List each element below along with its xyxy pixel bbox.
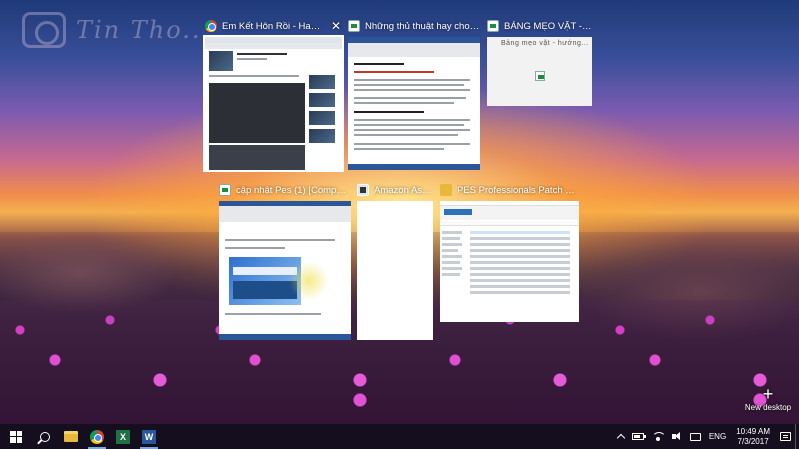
document-icon — [487, 20, 499, 32]
clock-date: 7/3/2017 — [737, 436, 769, 446]
clock-time: 10:49 AM — [736, 426, 770, 436]
small-document-icon — [535, 71, 545, 81]
search-button[interactable] — [32, 424, 58, 449]
network-button[interactable] — [648, 424, 668, 449]
keyboard-icon — [689, 432, 701, 441]
chrome-icon — [205, 20, 217, 32]
window-title: Những thủ thuật hay cho người dù... — [365, 20, 480, 32]
notification-icon — [780, 432, 791, 441]
search-icon — [40, 431, 50, 442]
volume-icon — [671, 432, 682, 441]
taskbar-chrome[interactable] — [84, 424, 110, 449]
start-button[interactable] — [0, 424, 32, 449]
battery-icon — [631, 433, 646, 440]
plus-icon: + — [762, 384, 774, 404]
close-icon[interactable]: ✕ — [330, 20, 342, 32]
taskbar-excel[interactable]: X — [110, 424, 136, 449]
task-view-window-file-explorer[interactable]: PES Professionals Patch 2017 V3 AIO — [440, 181, 579, 322]
thumbnail-text: Bảng mẹo vặt - hướng... — [501, 40, 589, 47]
window-title: PES Professionals Patch 2017 V3 AIO — [457, 184, 579, 196]
battery-button[interactable] — [628, 424, 648, 449]
window-title: Amazon Assist... — [374, 184, 433, 196]
word-document-icon — [219, 184, 231, 196]
new-desktop-button[interactable]: + New desktop — [742, 385, 794, 415]
task-view-window-chrome[interactable]: Em Kết Hôn Rồi - Hamlet Trương | N... ✕ — [203, 17, 344, 172]
window-title: cập nhật Pes (1) [Compatibility Mod... — [236, 184, 351, 196]
window-thumbnail — [440, 201, 579, 322]
window-thumbnail: Bảng mẹo vặt - hướng... — [487, 37, 592, 106]
window-title: BẢNG MẸO VẶT - HƯỚN... — [504, 20, 592, 32]
show-desktop-button[interactable] — [795, 424, 799, 449]
volume-button[interactable] — [668, 424, 686, 449]
word-icon: W — [142, 429, 156, 444]
window-thumbnail — [203, 35, 344, 172]
task-view-window-amazon-assistant[interactable]: Amazon Assist... — [357, 181, 433, 340]
new-desktop-label: New desktop — [744, 403, 792, 412]
folder-icon — [64, 431, 78, 442]
taskbar: X W ENG 10:49 AM 7/3/2017 — [0, 424, 799, 449]
window-header: Amazon Assist... — [357, 181, 433, 199]
window-header: cập nhật Pes (1) [Compatibility Mod... — [219, 181, 351, 199]
window-header: Những thủ thuật hay cho người dù... — [348, 17, 480, 35]
watermark-text: Tin Tho... — [76, 16, 212, 44]
window-header: Em Kết Hôn Rồi - Hamlet Trương | N... ✕ — [205, 17, 342, 35]
excel-icon: X — [116, 429, 130, 444]
system-tray: ENG 10:49 AM 7/3/2017 — [614, 424, 799, 449]
task-view-window-tips-doc[interactable]: BẢNG MẸO VẶT - HƯỚN... Bảng mẹo vặt - hư… — [487, 17, 592, 106]
task-view-window-word-tips[interactable]: Những thủ thuật hay cho người dù... — [348, 17, 480, 170]
window-thumbnail — [219, 201, 351, 340]
touch-keyboard-button[interactable] — [686, 424, 705, 449]
window-thumbnail — [348, 37, 480, 170]
task-view-window-word-pes[interactable]: cập nhật Pes (1) [Compatibility Mod... — [219, 181, 351, 340]
camera-icon — [22, 12, 66, 48]
windows-logo-icon — [10, 430, 22, 443]
language-indicator[interactable]: ENG — [705, 424, 730, 449]
window-title: Em Kết Hôn Rồi - Hamlet Trương | N... — [222, 20, 325, 32]
amazon-assistant-icon — [357, 184, 369, 196]
taskbar-file-explorer[interactable] — [58, 424, 84, 449]
taskbar-word[interactable]: W — [136, 424, 162, 449]
folder-icon — [440, 184, 452, 196]
window-thumbnail — [357, 201, 433, 340]
chrome-icon — [90, 429, 104, 444]
clock[interactable]: 10:49 AM 7/3/2017 — [730, 424, 776, 449]
wifi-icon — [651, 432, 664, 441]
word-document-icon — [348, 20, 360, 32]
watermark-logo: Tin Tho... — [22, 8, 212, 52]
action-center-button[interactable] — [776, 424, 795, 449]
window-header: PES Professionals Patch 2017 V3 AIO — [440, 181, 579, 199]
window-header: BẢNG MẸO VẶT - HƯỚN... — [487, 17, 592, 35]
chevron-up-icon — [616, 433, 626, 443]
show-hidden-icons-button[interactable] — [614, 424, 628, 449]
